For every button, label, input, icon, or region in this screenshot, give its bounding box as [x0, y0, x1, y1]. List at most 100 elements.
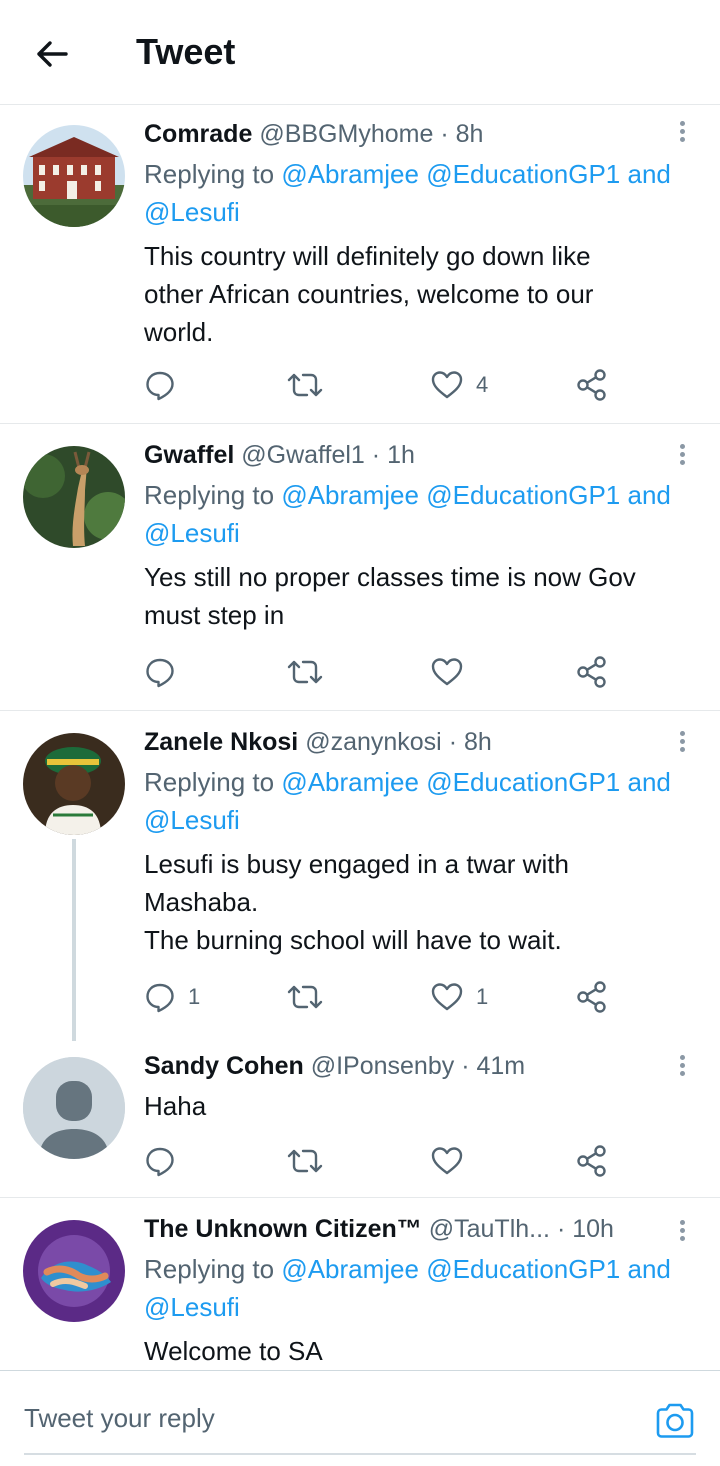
replying-to-label: Replying to: [144, 480, 275, 510]
tweet-meta: Sandy Cohen @IPonsenby · 41m: [144, 1051, 700, 1081]
share-icon: [577, 656, 606, 688]
reply-button[interactable]: [144, 652, 188, 692]
tweet-text-line: Welcome to SA: [144, 1336, 323, 1366]
more-button[interactable]: [670, 119, 694, 149]
tweet[interactable]: The Unknown Citizen™ @TauTlh... · 10h Re…: [0, 1198, 720, 1370]
author-name[interactable]: The Unknown Citizen™: [144, 1215, 422, 1243]
tweet-meta: Gwaffel @Gwaffel1 · 1h: [144, 440, 700, 470]
tweet-text-line: This country will definitely go down lik…: [144, 241, 591, 271]
reply-input-underline: [24, 1453, 696, 1455]
like-button[interactable]: [430, 652, 476, 692]
reply-count: 1: [188, 984, 201, 1009]
tweet-actions: [144, 652, 624, 692]
author-handle[interactable]: @IPonsenby: [311, 1052, 455, 1080]
avatar[interactable]: [23, 1057, 125, 1159]
reply-button[interactable]: [144, 1141, 188, 1181]
reply-icon: [146, 371, 174, 401]
author-name[interactable]: Comrade: [144, 120, 252, 148]
retweet-icon: [287, 373, 323, 397]
replying-to-link[interactable]: @Lesufi: [144, 805, 240, 835]
avatar[interactable]: [23, 733, 125, 835]
tweet[interactable]: Zanele Nkosi @zanynkosi · 8h Replying to…: [0, 711, 720, 1053]
more-icon: [679, 1055, 685, 1060]
replying-to-link[interactable]: @Lesufi: [144, 1292, 240, 1322]
default-avatar-icon: [23, 1057, 125, 1159]
like-button[interactable]: 4: [430, 365, 488, 405]
back-button[interactable]: [32, 34, 72, 74]
like-icon: [431, 1147, 463, 1175]
tweet-text: This country will definitely go down lik…: [144, 237, 700, 351]
avatar[interactable]: [23, 446, 125, 548]
author-name[interactable]: Sandy Cohen: [144, 1052, 304, 1080]
replying-to-links[interactable]: @Abramjee @EducationGP1 and: [281, 767, 671, 797]
like-icon: [431, 371, 463, 399]
more-icon: [679, 731, 685, 736]
thread-connector: [72, 839, 76, 1053]
reply-icon: [146, 658, 174, 688]
reply-button[interactable]: 1: [144, 977, 200, 1017]
more-button[interactable]: [670, 1053, 694, 1083]
retweet-button[interactable]: [286, 1141, 324, 1181]
tweet-text-line: Yes still no proper classes time is now …: [144, 562, 636, 592]
more-icon: [679, 444, 685, 449]
author-name[interactable]: Gwaffel: [144, 441, 234, 469]
share-button[interactable]: [576, 977, 608, 1017]
tweet-text: Welcome to SA: [144, 1332, 700, 1370]
more-button[interactable]: [670, 1218, 694, 1248]
reply-input[interactable]: Tweet your reply: [24, 1401, 215, 1435]
tweet-text-line: The burning school will have to wait.: [144, 925, 562, 955]
reply-icon: [146, 1147, 174, 1177]
replying-to: Replying to @Abramjee @EducationGP1 and …: [144, 155, 700, 231]
replying-to-links[interactable]: @Abramjee @EducationGP1 and: [281, 159, 671, 189]
tweet[interactable]: Comrade @BBGMyhome · 8h Replying to @Abr…: [0, 105, 720, 424]
replying-to-link[interactable]: @Lesufi: [144, 197, 240, 227]
avatar[interactable]: [23, 125, 125, 227]
retweet-icon: [287, 985, 323, 1009]
tweet-text-line: other African countries, welcome to our: [144, 279, 594, 309]
author-handle[interactable]: @BBGMyhome: [259, 120, 433, 148]
author-handle[interactable]: @TauTlh...: [429, 1215, 550, 1243]
tweet[interactable]: Sandy Cohen @IPonsenby · 41m Haha: [0, 1041, 720, 1198]
more-button[interactable]: [670, 442, 694, 472]
camera-button[interactable]: [654, 1401, 696, 1441]
replying-to: Replying to @Abramjee @EducationGP1 and …: [144, 476, 700, 552]
tweet-actions: 1 1: [144, 977, 624, 1017]
tweet-text-line: Lesufi is busy engaged in a twar with: [144, 849, 569, 879]
tweet-text-line: world.: [144, 317, 214, 347]
more-button[interactable]: [670, 729, 694, 759]
tweet[interactable]: Gwaffel @Gwaffel1 · 1h Replying to @Abra…: [0, 424, 720, 711]
like-button[interactable]: [430, 1141, 476, 1181]
camera-icon: [656, 1403, 694, 1438]
retweet-button[interactable]: [286, 652, 324, 692]
reply-button[interactable]: [144, 365, 188, 405]
tweet-time: · 8h: [448, 728, 492, 756]
author-handle[interactable]: @zanynkosi: [305, 728, 442, 756]
replying-to-label: Replying to: [144, 767, 275, 797]
tweet-text: Lesufi is busy engaged in a twar with Ma…: [144, 845, 700, 959]
like-button[interactable]: 1: [430, 977, 488, 1017]
retweet-button[interactable]: [286, 977, 324, 1017]
replying-to-link[interactable]: @Lesufi: [144, 518, 240, 548]
like-count: 1: [476, 984, 489, 1009]
replying-to-links[interactable]: @Abramjee @EducationGP1 and: [281, 1254, 671, 1284]
like-icon: [431, 983, 463, 1011]
share-button[interactable]: [576, 1141, 608, 1181]
share-icon: [577, 981, 606, 1013]
share-icon: [577, 1145, 606, 1177]
tweet-actions: [144, 1141, 624, 1181]
author-handle[interactable]: @Gwaffel1: [241, 441, 365, 469]
tweet-time: · 1h: [371, 441, 415, 469]
more-icon: [679, 1220, 685, 1225]
avatar[interactable]: [23, 1220, 125, 1322]
tweet-text: Haha: [144, 1087, 700, 1125]
top-bar: Tweet: [0, 0, 720, 105]
share-button[interactable]: [576, 652, 608, 692]
replying-to-links[interactable]: @Abramjee @EducationGP1 and: [281, 480, 671, 510]
back-arrow-icon: [37, 41, 68, 67]
like-count: 4: [476, 372, 489, 397]
retweet-icon: [287, 1149, 323, 1173]
retweet-button[interactable]: [286, 365, 324, 405]
author-name[interactable]: Zanele Nkosi: [144, 728, 298, 756]
share-button[interactable]: [576, 365, 608, 405]
replying-to: Replying to @Abramjee @EducationGP1 and …: [144, 1250, 700, 1326]
